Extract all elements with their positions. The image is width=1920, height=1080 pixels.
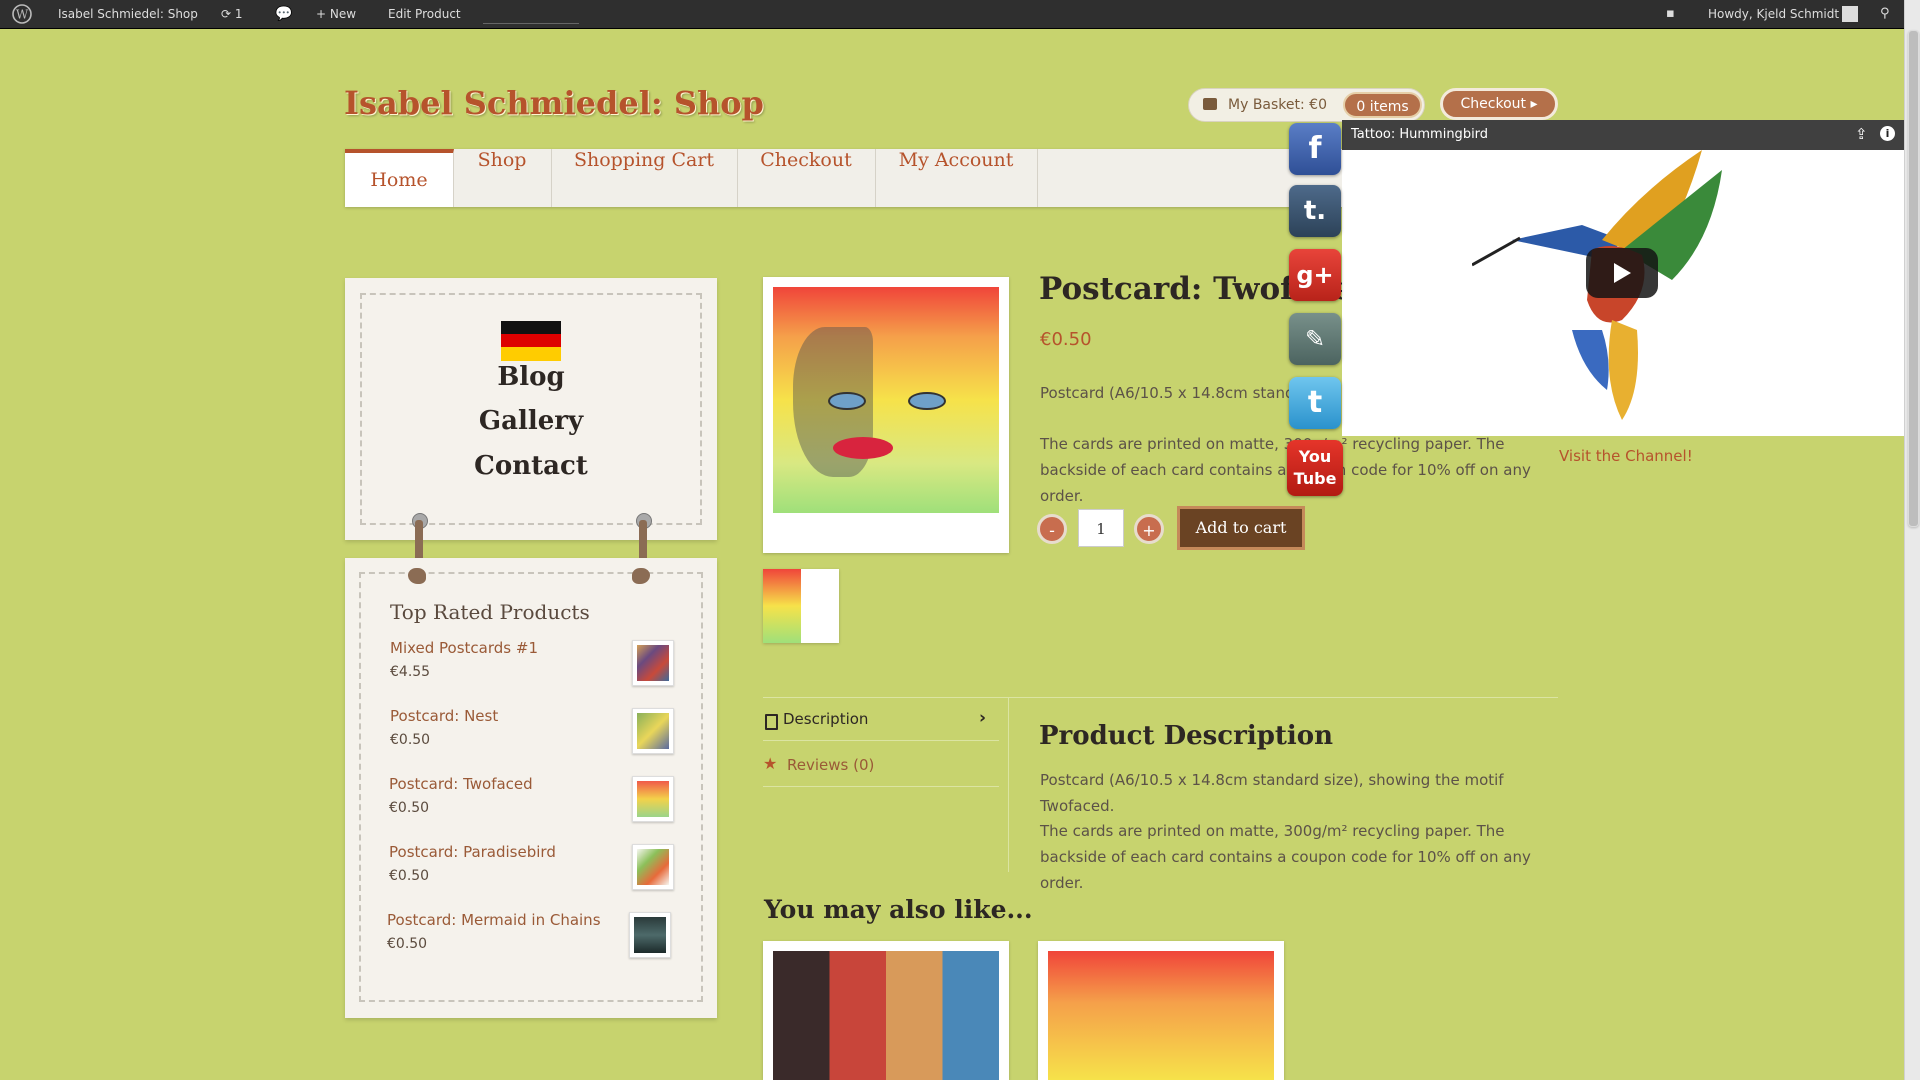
german-flag-icon[interactable]	[501, 321, 561, 361]
product-thumbnail[interactable]	[632, 708, 674, 754]
tab-reviews[interactable]: ★ Reviews (0)	[763, 750, 999, 787]
hook-icon	[408, 568, 426, 584]
quantity-input[interactable]: 1	[1078, 509, 1124, 547]
updates-count: 1	[234, 7, 243, 21]
basket-items[interactable]: 0 items	[1343, 92, 1422, 118]
checkout-button[interactable]: Checkout ▸	[1440, 88, 1558, 120]
product-price: €4.55	[390, 664, 431, 680]
related-product-card[interactable]	[763, 941, 1009, 1080]
top-rated-box: Top Rated Products Mixed Postcards #1 €4…	[345, 558, 717, 1018]
nav-shop[interactable]: Shop	[453, 149, 552, 207]
basket[interactable]: My Basket: €0 0 items	[1188, 88, 1425, 122]
svg-text:W: W	[16, 8, 29, 22]
product-image-frame[interactable]	[763, 277, 1009, 553]
video-player[interactable]: Tattoo: Hummingbird ⇪ i	[1342, 120, 1904, 436]
play-icon	[1614, 263, 1631, 283]
info-icon[interactable]: i	[1880, 126, 1895, 141]
new-label: New	[329, 7, 357, 21]
wordpress-logo-icon[interactable]: W	[12, 0, 32, 28]
description-heading: Product Description	[1039, 721, 1334, 751]
twitter-icon[interactable]: t	[1289, 377, 1341, 429]
product-gallery-thumbnail[interactable]	[763, 569, 839, 643]
product-price: €0.50	[387, 936, 428, 952]
avatar[interactable]	[1842, 6, 1858, 22]
related-heading: You may also like...	[764, 895, 1033, 924]
document-icon	[765, 714, 778, 730]
tabs-divider	[763, 697, 1558, 698]
related-product-image[interactable]	[1048, 951, 1274, 1080]
product-link[interactable]: Postcard: Paradisebird	[389, 843, 556, 861]
google-plus-icon[interactable]: g+	[1289, 249, 1341, 301]
facebook-icon[interactable]: f	[1289, 123, 1341, 175]
play-button[interactable]	[1586, 248, 1658, 298]
product-price: €0.50	[390, 732, 431, 748]
new-button[interactable]: + New	[316, 0, 356, 28]
basket-label: My Basket: €0	[1228, 97, 1327, 113]
product-link[interactable]: Mixed Postcards #1	[390, 639, 538, 657]
scrollbar-thumb[interactable]	[1908, 30, 1919, 527]
sidebar-link-gallery[interactable]: Gallery	[381, 406, 681, 436]
comments-icon[interactable]: 💬	[275, 0, 292, 28]
sidebar-link-contact[interactable]: Contact	[381, 451, 681, 481]
product-price: €0.50	[389, 800, 430, 816]
admin-bar: W Isabel Schmiedel: Shop ⟳ 1 💬 + New Edi…	[0, 0, 1920, 29]
admin-site-name[interactable]: Isabel Schmiedel: Shop	[58, 0, 198, 28]
greeting[interactable]: Howdy, Kjeld Schmidt	[1708, 0, 1839, 28]
admin-divider	[483, 0, 579, 24]
product-link[interactable]: Postcard: Mermaid in Chains	[387, 911, 601, 929]
product-link[interactable]: Postcard: Nest	[390, 707, 498, 725]
sidebar-links-box: Blog Gallery Contact	[345, 278, 717, 540]
scrollbar[interactable]	[1904, 0, 1920, 1080]
description-line-1: Postcard (A6/10.5 x 14.8cm standard size…	[1040, 771, 1504, 815]
quantity-minus-button[interactable]: -	[1037, 514, 1067, 544]
share-icon[interactable]: ⇪	[1855, 125, 1868, 143]
star-icon: ★	[763, 754, 778, 773]
add-to-cart-button[interactable]: Add to cart	[1177, 506, 1305, 550]
updates-icon[interactable]: ⟳ 1	[221, 0, 243, 28]
youtube-icon[interactable]: You Tube	[1287, 440, 1343, 496]
product-price: €0.50	[389, 868, 430, 884]
product-thumbnail[interactable]	[629, 912, 671, 958]
product-thumbnail[interactable]	[632, 640, 674, 686]
quantity-plus-button[interactable]: +	[1134, 514, 1164, 544]
search-icon[interactable]: ⚲	[1880, 0, 1890, 28]
main-nav: Home Shop Shopping Cart Checkout My Acco…	[345, 149, 1345, 207]
related-product-card[interactable]	[1038, 941, 1284, 1080]
video-title[interactable]: Tattoo: Hummingbird	[1351, 127, 1488, 142]
tab-description-label: Description	[783, 710, 869, 728]
related-product-image[interactable]	[773, 951, 999, 1080]
tumblr-icon[interactable]: t.	[1289, 185, 1341, 237]
edit-product-link[interactable]: Edit Product	[388, 0, 461, 28]
chevron-right-icon: ›	[979, 708, 987, 728]
description-line-2: The cards are printed on matte, 300g/m² …	[1040, 822, 1531, 892]
product-thumbnail[interactable]	[632, 844, 674, 890]
product-thumbnail[interactable]	[632, 776, 674, 822]
basket-icon	[1203, 98, 1217, 110]
visit-channel-link[interactable]: Visit the Channel!	[1559, 447, 1693, 465]
tabs-vertical-divider	[1008, 697, 1009, 872]
tab-reviews-label: Reviews (0)	[787, 756, 875, 774]
sidebar-link-blog[interactable]: Blog	[381, 362, 681, 392]
notification-icon[interactable]: ▪	[1666, 0, 1675, 28]
nav-checkout[interactable]: Checkout	[737, 149, 876, 207]
product-price: €0.50	[1040, 329, 1092, 350]
top-rated-title: Top Rated Products	[390, 600, 590, 624]
product-link[interactable]: Postcard: Twofaced	[389, 775, 533, 793]
nav-my-account[interactable]: My Account	[875, 149, 1038, 207]
site-title[interactable]: Isabel Schmiedel: Shop	[344, 84, 764, 122]
product-image[interactable]	[773, 287, 999, 513]
nav-home[interactable]: Home	[345, 149, 454, 207]
tab-description[interactable]: Description ›	[763, 704, 999, 741]
deviantart-icon[interactable]: ✎	[1289, 313, 1341, 365]
nav-shopping-cart[interactable]: Shopping Cart	[551, 149, 738, 207]
